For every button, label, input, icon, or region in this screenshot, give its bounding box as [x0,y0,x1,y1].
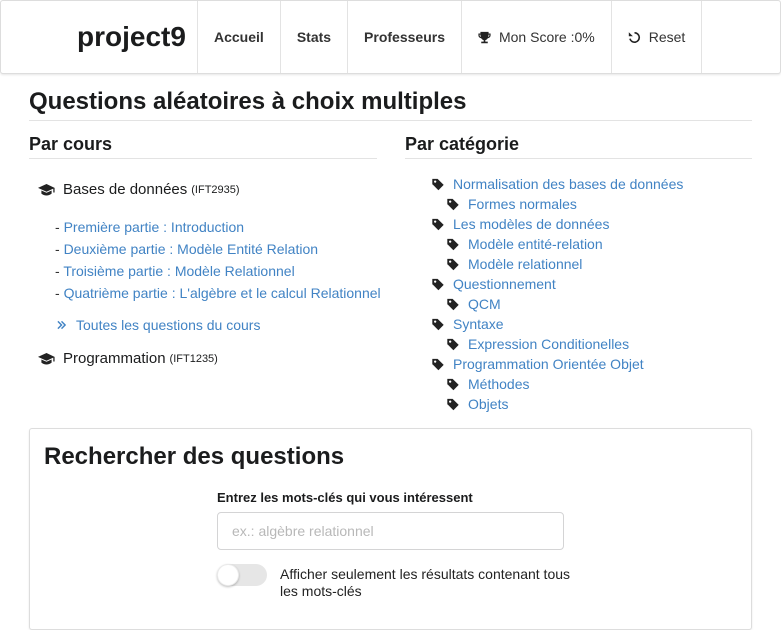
category-item[interactable]: Modèle entité-relation [431,234,683,254]
category-label: QCM [468,296,501,312]
course-name: Bases de données [63,181,188,198]
keywords-label: Entrez les mots-clés qui vous intéressen… [217,490,473,505]
tag-icon [432,278,444,290]
category-label: Modèle entité-relation [468,236,603,252]
chapter-link-2[interactable]: Deuxième partie : Modèle Entité Relation [64,241,318,257]
list-item: - Première partie : Introduction [55,219,245,235]
course-programmation: Programmation (IFT1235) [38,350,218,367]
tag-icon [432,318,444,330]
category-list: Normalisation des bases de données Forme… [431,174,683,414]
all-questions-link[interactable]: Toutes les questions du cours [57,314,260,336]
category-label: Méthodes [468,376,530,392]
category-label: Formes normales [468,196,577,212]
category-item[interactable]: Programmation Orientée Objet [431,354,683,374]
category-label: Syntaxe [453,316,504,332]
brand-logo[interactable]: project9 [1,1,198,73]
category-item[interactable]: Objets [431,394,683,414]
graduation-cap-icon [38,183,55,195]
keywords-input[interactable] [217,512,564,550]
search-title: Rechercher des questions [44,443,345,470]
course-name: Programmation [63,350,166,367]
category-item[interactable]: Expression Conditionelles [431,334,683,354]
nav-score-label: Mon Score :0% [498,29,595,45]
chapter-list: - Première partie : Introduction - Deuxi… [55,216,381,304]
category-item[interactable]: QCM [431,294,683,314]
tag-icon [447,398,459,410]
category-item[interactable]: Formes normales [431,194,683,214]
all-questions-label: Toutes les questions du cours [76,317,261,333]
chapter-link-4[interactable]: Quatrième partie : L'algèbre et le calcu… [64,285,381,301]
list-item: - Quatrième partie : L'algèbre et le cal… [55,285,381,301]
category-item[interactable]: Les modèles de données [431,214,683,234]
chapter-link-1[interactable]: Première partie : Introduction [64,219,245,235]
toggle-knob [217,564,239,586]
tag-icon [447,238,459,250]
nav-stats-label: Stats [296,29,332,45]
category-item[interactable]: Méthodes [431,374,683,394]
category-label: Objets [468,396,509,412]
category-label: Les modèles de données [453,216,610,232]
course-code: (IFT1235) [169,352,218,365]
nav-reset-label: Reset [648,29,686,45]
page-title: Questions aléatoires à choix multiples [29,84,752,121]
tag-icon [447,298,459,310]
graduation-cap-icon [38,352,55,364]
all-keywords-toggle[interactable] [217,564,267,586]
categories-header: Par catégorie [405,130,752,159]
undo-icon [628,31,640,43]
nav-professeurs-label: Professeurs [364,29,445,45]
category-label: Expression Conditionelles [468,336,630,352]
category-label: Modèle relationnel [468,256,583,272]
search-card: Rechercher des questions Entrez les mots… [29,428,752,630]
nav-accueil[interactable]: Accueil [198,1,281,73]
category-item[interactable]: Normalisation des bases de données [431,174,683,194]
nav-professeurs[interactable]: Professeurs [348,1,462,73]
double-chevron-right-icon [57,320,66,330]
toggle-label: Afficher seulement les résultats contena… [280,566,571,599]
tag-icon [432,218,444,230]
course-bases-de-donnees: Bases de données (IFT2935) [38,181,240,198]
trophy-icon [478,31,491,43]
nav-stats[interactable]: Stats [281,1,349,73]
category-label: Questionnement [453,276,556,292]
category-item[interactable]: Modèle relationnel [431,254,683,274]
category-label: Programmation Orientée Objet [453,356,644,372]
nav-score[interactable]: Mon Score :0% [462,1,612,73]
list-item: - Troisième partie : Modèle Relationnel [55,263,295,279]
list-item: - Deuxième partie : Modèle Entité Relati… [55,241,319,257]
category-label: Normalisation des bases de données [453,176,684,192]
tag-icon [447,378,459,390]
nav-reset[interactable]: Reset [612,1,703,73]
nav-accueil-label: Accueil [214,29,264,45]
tag-icon [447,198,459,210]
course-code: (IFT2935) [191,183,240,196]
chapter-link-3[interactable]: Troisième partie : Modèle Relationnel [63,263,294,279]
tag-icon [447,338,459,350]
category-item[interactable]: Questionnement [431,274,683,294]
category-item[interactable]: Syntaxe [431,314,683,334]
tag-icon [432,178,444,190]
top-navbar: project9 Accueil Stats Professeurs Mon S… [0,0,781,74]
tag-icon [447,258,459,270]
tag-icon [432,358,444,370]
courses-header: Par cours [29,130,377,159]
